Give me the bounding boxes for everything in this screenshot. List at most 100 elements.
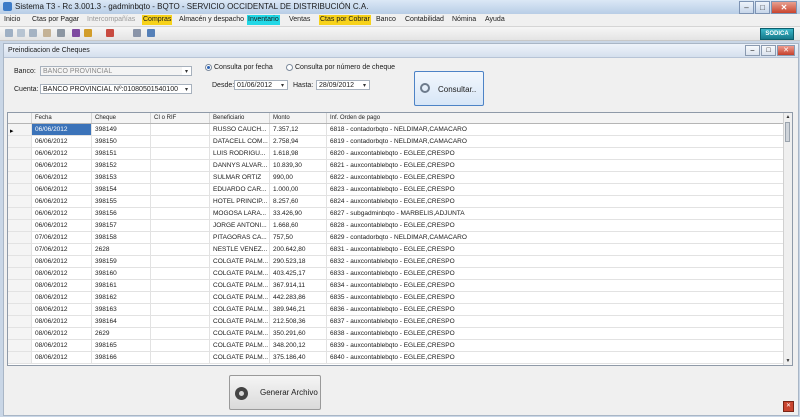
- cell-monto[interactable]: 290.523,18: [270, 256, 327, 267]
- cell-fecha[interactable]: 06/06/2012: [32, 124, 92, 135]
- cell-monto[interactable]: 1.668,60: [270, 220, 327, 231]
- col-monto[interactable]: Monto: [270, 113, 327, 123]
- maximize-button[interactable]: □: [755, 1, 770, 14]
- row-header[interactable]: ▸: [8, 124, 32, 135]
- cell-beneficiario[interactable]: COLGATE PALM...: [210, 340, 270, 351]
- cell-ci-rif[interactable]: [151, 256, 210, 267]
- grid-vertical-scrollbar[interactable]: ▲ ▼: [783, 113, 792, 365]
- panel-minimize-button[interactable]: –: [745, 45, 760, 56]
- edit-icon[interactable]: [147, 29, 155, 37]
- scroll-thumb[interactable]: [785, 122, 790, 142]
- cell-info-orden[interactable]: 6833 - auxcontablebqto - EGLEE,CRESPO: [327, 268, 786, 279]
- panel-close-button[interactable]: ✕: [777, 45, 795, 56]
- banco-select[interactable]: BANCO PROVINCIAL ▾: [40, 66, 192, 76]
- table-row[interactable]: 06/06/2012 398153 SULMAR ORTIZ 990,00 6822 -…: [8, 172, 786, 184]
- menu-ventas[interactable]: Ventas: [288, 15, 311, 25]
- row-header[interactable]: [8, 280, 32, 291]
- cell-info-orden[interactable]: 6827 - subgadminbqto - MARBELIS,ADJUNTA: [327, 208, 786, 219]
- cell-info-orden[interactable]: 6828 - auxcontablebqto - EGLEE,CRESPO: [327, 220, 786, 231]
- cell-monto[interactable]: 10.839,30: [270, 160, 327, 171]
- cell-cheque[interactable]: 398166: [92, 352, 151, 363]
- row-header[interactable]: [8, 184, 32, 195]
- cell-info-orden[interactable]: 6831 - auxcontablebqto - EGLEE,CRESPO: [327, 244, 786, 255]
- cell-beneficiario[interactable]: SULMAR ORTIZ: [210, 172, 270, 183]
- cell-fecha[interactable]: 08/06/2012: [32, 280, 92, 291]
- row-header[interactable]: [8, 136, 32, 147]
- cell-info-orden[interactable]: 6834 - auxcontablebqto - EGLEE,CRESPO: [327, 280, 786, 291]
- cell-ci-rif[interactable]: [151, 184, 210, 195]
- cell-fecha[interactable]: 08/06/2012: [32, 316, 92, 327]
- row-header[interactable]: [8, 232, 32, 243]
- cell-info-orden[interactable]: 6838 - auxcontablebqto - EGLEE,CRESPO: [327, 328, 786, 339]
- cell-ci-rif[interactable]: [151, 292, 210, 303]
- cell-info-orden[interactable]: 6822 - auxcontablebqto - EGLEE,CRESPO: [327, 172, 786, 183]
- cell-cheque[interactable]: 398165: [92, 340, 151, 351]
- cell-beneficiario[interactable]: COLGATE PALM...: [210, 268, 270, 279]
- cell-cheque[interactable]: 2628: [92, 244, 151, 255]
- row-header[interactable]: [8, 316, 32, 327]
- cell-cheque[interactable]: 398155: [92, 196, 151, 207]
- cell-fecha[interactable]: 08/06/2012: [32, 292, 92, 303]
- cell-beneficiario[interactable]: MOGOSA LARA...: [210, 208, 270, 219]
- table-row[interactable]: 06/06/2012 398154 EDUARDO CAR... 1.000,00 68…: [8, 184, 786, 196]
- consultar-button[interactable]: Consultar..: [414, 71, 484, 106]
- cell-ci-rif[interactable]: [151, 244, 210, 255]
- menu-inventario[interactable]: Inventario: [247, 15, 280, 25]
- table-row[interactable]: 08/06/2012 398160 COLGATE PALM... 403.425,1…: [8, 268, 786, 280]
- table-row[interactable]: 06/06/2012 398152 DANNYS ALVAR... 10.839,30…: [8, 160, 786, 172]
- cell-monto[interactable]: 389.946,21: [270, 304, 327, 315]
- cell-ci-rif[interactable]: [151, 268, 210, 279]
- open-icon[interactable]: [17, 29, 25, 37]
- cell-monto[interactable]: 442.283,86: [270, 292, 327, 303]
- panel-maximize-button[interactable]: □: [761, 45, 776, 56]
- cell-cheque[interactable]: 398154: [92, 184, 151, 195]
- cell-fecha[interactable]: 07/06/2012: [32, 244, 92, 255]
- cell-beneficiario[interactable]: COLGATE PALM...: [210, 316, 270, 327]
- cell-monto[interactable]: 1.000,00: [270, 184, 327, 195]
- cell-beneficiario[interactable]: DATACELL COM...: [210, 136, 270, 147]
- cell-monto[interactable]: 375.186,40: [270, 352, 327, 363]
- save-icon[interactable]: [29, 29, 37, 37]
- cell-monto[interactable]: 403.425,17: [270, 268, 327, 279]
- cell-monto[interactable]: 367.914,11: [270, 280, 327, 291]
- row-header[interactable]: [8, 268, 32, 279]
- cell-beneficiario[interactable]: RUSSO CAUCH...: [210, 124, 270, 135]
- minimize-button[interactable]: –: [739, 1, 754, 14]
- cell-beneficiario[interactable]: COLGATE PALM...: [210, 280, 270, 291]
- row-header[interactable]: [8, 208, 32, 219]
- cell-cheque[interactable]: 398149: [92, 124, 151, 135]
- table-row[interactable]: 08/06/2012 2629 COLGATE PALM... 350.291,60 6…: [8, 328, 786, 340]
- cell-fecha[interactable]: 06/06/2012: [32, 220, 92, 231]
- table-row[interactable]: ▸ 06/06/2012 398149 RUSSO CAUCH... 7.357,12 6…: [8, 124, 786, 136]
- row-header[interactable]: [8, 256, 32, 267]
- row-header[interactable]: [8, 172, 32, 183]
- cell-fecha[interactable]: 06/06/2012: [32, 148, 92, 159]
- cell-fecha[interactable]: 06/06/2012: [32, 136, 92, 147]
- menu-contabilidad[interactable]: Contabilidad: [404, 15, 445, 25]
- cell-ci-rif[interactable]: [151, 220, 210, 231]
- cell-info-orden[interactable]: 6835 - auxcontablebqto - EGLEE,CRESPO: [327, 292, 786, 303]
- cell-cheque[interactable]: 398150: [92, 136, 151, 147]
- cell-beneficiario[interactable]: LUIS RODRIGU...: [210, 148, 270, 159]
- menu-ctas-por-cobrar[interactable]: Ctas por Cobrar: [319, 15, 371, 25]
- cell-ci-rif[interactable]: [151, 160, 210, 171]
- cell-monto[interactable]: 350.291,60: [270, 328, 327, 339]
- cell-info-orden[interactable]: 6840 - auxcontablebqto - EGLEE,CRESPO: [327, 352, 786, 363]
- cell-info-orden[interactable]: 6823 - auxcontablebqto - EGLEE,CRESPO: [327, 184, 786, 195]
- cell-info-orden[interactable]: 6820 - auxcontablebqto - EGLEE,CRESPO: [327, 148, 786, 159]
- menu-ctas-por-pagar[interactable]: Ctas por Pagar: [31, 15, 80, 25]
- cell-ci-rif[interactable]: [151, 208, 210, 219]
- cell-info-orden[interactable]: 6819 - contadorbqto - NELDIMAR,CAMACARO: [327, 136, 786, 147]
- table-row[interactable]: 06/06/2012 398151 LUIS RODRIGU... 1.618,98 6…: [8, 148, 786, 160]
- row-header[interactable]: [8, 220, 32, 231]
- row-header[interactable]: [8, 304, 32, 315]
- cell-cheque[interactable]: 398151: [92, 148, 151, 159]
- cell-beneficiario[interactable]: DANNYS ALVAR...: [210, 160, 270, 171]
- menu-compras[interactable]: Compras: [142, 15, 173, 25]
- generar-archivo-button[interactable]: Generar Archivo: [229, 375, 321, 410]
- cell-cheque[interactable]: 398158: [92, 232, 151, 243]
- cell-beneficiario[interactable]: EDUARDO CAR...: [210, 184, 270, 195]
- cell-fecha[interactable]: 08/06/2012: [32, 328, 92, 339]
- menu-inicio[interactable]: Inicio: [3, 15, 21, 25]
- cell-ci-rif[interactable]: [151, 352, 210, 363]
